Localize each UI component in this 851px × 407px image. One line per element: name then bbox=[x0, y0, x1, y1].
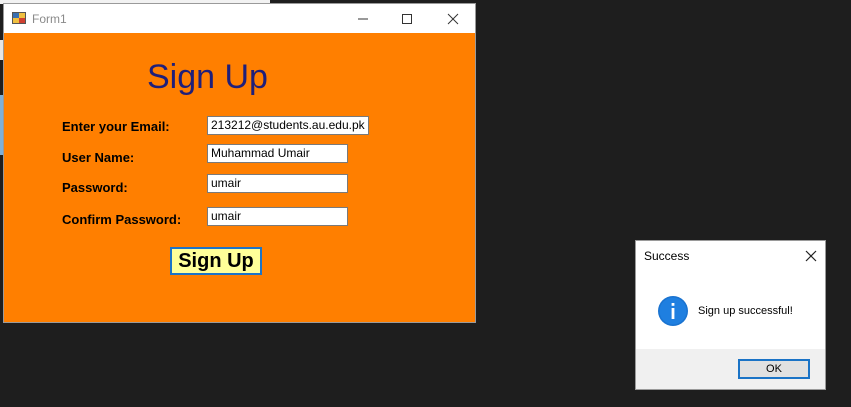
maximize-button[interactable] bbox=[384, 4, 430, 33]
maximize-icon bbox=[402, 13, 412, 24]
window-title: Form1 bbox=[32, 12, 67, 26]
signup-form-window: Form1 Sign Up Enter your Email: 213212@s… bbox=[3, 3, 476, 323]
password-label: Password: bbox=[62, 180, 128, 195]
dialog-close-button[interactable] bbox=[796, 241, 826, 270]
info-icon bbox=[658, 296, 688, 326]
confirm-password-label: Confirm Password: bbox=[62, 212, 182, 227]
close-icon bbox=[447, 13, 459, 24]
app-icon bbox=[12, 12, 26, 24]
email-label: Enter your Email: bbox=[62, 119, 170, 134]
minimize-button[interactable] bbox=[340, 4, 386, 33]
username-field[interactable]: Muhammad Umair bbox=[207, 144, 348, 163]
success-dialog: Success Sign up successful! OK bbox=[635, 240, 826, 390]
minimize-icon bbox=[358, 18, 368, 19]
sign-up-button[interactable]: Sign Up bbox=[170, 247, 262, 275]
ok-button[interactable]: OK bbox=[738, 359, 810, 379]
close-button[interactable] bbox=[430, 4, 476, 33]
close-icon bbox=[805, 250, 817, 261]
title-bar[interactable]: Form1 bbox=[4, 4, 475, 33]
page-title: Sign Up bbox=[147, 58, 268, 96]
dialog-message: Sign up successful! bbox=[698, 305, 793, 317]
password-field[interactable]: umair bbox=[207, 174, 348, 193]
email-field[interactable]: 213212@students.au.edu.pk bbox=[207, 116, 369, 135]
confirm-password-field[interactable]: umair bbox=[207, 207, 348, 226]
username-label: User Name: bbox=[62, 150, 135, 165]
dialog-title: Success bbox=[644, 249, 690, 263]
